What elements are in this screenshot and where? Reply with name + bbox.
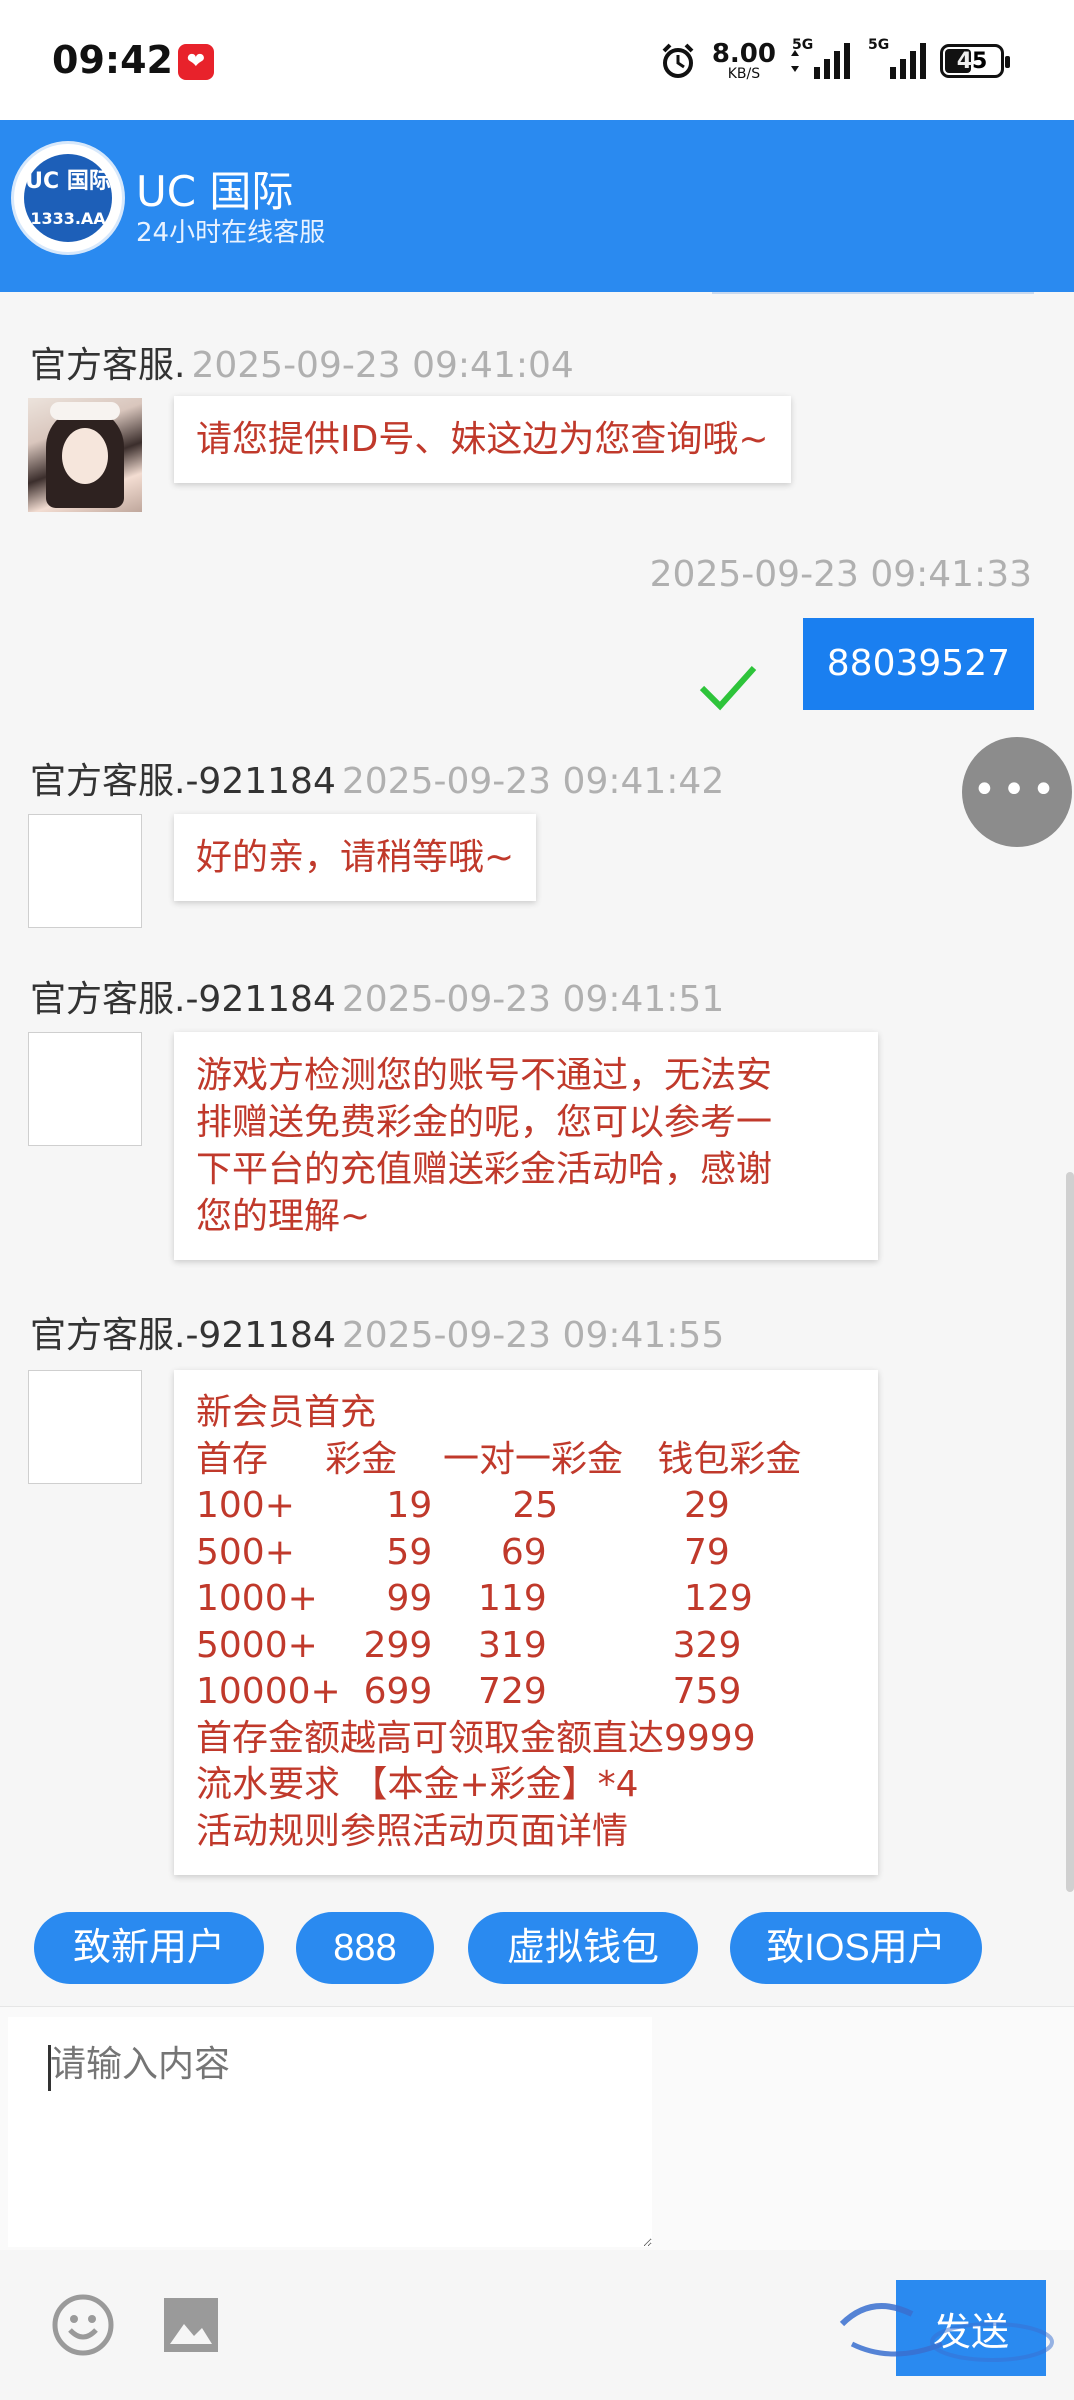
- message-line: 100+ 19 25 29: [196, 1485, 730, 1526]
- quick-reply-888[interactable]: 888: [296, 1912, 434, 1984]
- message-input[interactable]: [8, 2017, 652, 2247]
- chat-header: UC 国际 1333.AA UC 国际 24小时在线客服: [0, 120, 1074, 292]
- message-line: 首存金额越高可领取金额直达9999: [196, 1717, 756, 1759]
- more-options-button[interactable]: •••: [962, 737, 1072, 847]
- check-icon: [699, 665, 757, 711]
- chat-messages[interactable]: 官方客服. 2025-09-23 09:41:04 请您提供ID号、妹这边为您查询…: [0, 292, 1074, 1892]
- message-line: 1000+ 99 119 129: [196, 1578, 753, 1619]
- header-subtitle: 24小时在线客服: [136, 218, 326, 248]
- logo-text: UC 国际: [25, 169, 111, 194]
- message-line: 5000+ 299 319 329: [196, 1624, 742, 1666]
- alarm-icon: [662, 43, 694, 78]
- message-timestamp: 2025-09-23 09:41:42: [341, 761, 725, 802]
- agent-avatar[interactable]: [28, 814, 142, 928]
- message-line: 请您提供ID号、妹这边为您查询哦~: [196, 419, 769, 460]
- quick-reply-virtual-wallet[interactable]: 虚拟钱包: [468, 1912, 698, 1984]
- bottom-toolbar: 发送: [0, 2250, 1074, 2400]
- message-line: 活动规则参照活动页面详情: [196, 1810, 629, 1852]
- watermark-logo: [839, 2303, 1054, 2362]
- data-arrows-icon: [791, 50, 799, 72]
- message-line: 流水要求 【本金+彩金】*4: [196, 1764, 639, 1805]
- message-line: 500+ 59 69 79: [196, 1531, 730, 1573]
- agent-message-bubble: 游戏方检测您的账号不通过，无法安 排赠送免费彩金的呢，您可以参考一 下平台的充值…: [174, 1032, 878, 1260]
- message-line: 首存 彩金 一对一彩金 钱包彩金: [196, 1438, 802, 1480]
- sender-name: 官方客服.-921184: [30, 1315, 336, 1356]
- agent-message-bubble: 好的亲，请稍等哦~: [174, 814, 537, 901]
- agent-message-bubble: 新会员首充 首存 彩金 一对一彩金 钱包彩金 100+ 19 25 29 500…: [174, 1370, 878, 1875]
- status-bar: 09:42 ❤ 8.00 KB/S 5G 5G 45: [0, 0, 1074, 120]
- sender-name: 官方客服.-921184: [30, 761, 336, 802]
- quick-reply-ios-user[interactable]: 致IOS用户: [730, 1912, 982, 1984]
- header-title: UC 国际: [136, 167, 294, 216]
- signal-2-icon: 5G: [868, 37, 926, 79]
- agent-avatar[interactable]: [28, 398, 142, 512]
- more-dots-icon: •••: [972, 767, 1062, 813]
- agent-avatar[interactable]: [28, 1032, 142, 1146]
- signal-1-label: 5G: [792, 37, 814, 53]
- quick-reply-new-user[interactable]: 致新用户: [34, 1912, 264, 1984]
- signal-1-icon: 5G: [792, 37, 850, 79]
- signal-2-label: 5G: [868, 37, 890, 53]
- message-line: 下平台的充值赠送彩金活动哈，感谢: [196, 1149, 773, 1190]
- message-line: 新会员首充: [196, 1392, 377, 1433]
- message-header: 官方客服. 2025-09-23 09:41:04: [30, 336, 574, 388]
- my-message-bubble: 88039527: [802, 618, 1034, 710]
- image-icon[interactable]: [162, 2296, 220, 2354]
- net-speed-unit: KB/S: [727, 66, 761, 82]
- message-timestamp: 2025-09-23 09:41:04: [191, 345, 574, 386]
- message-header: 官方客服.-921184 2025-09-23 09:41:51: [30, 970, 724, 1022]
- sender-name: 官方客服.-921184: [30, 979, 336, 1020]
- battery-icon: 45: [940, 44, 1010, 78]
- agent-message-bubble: 请您提供ID号、妹这边为您查询哦~: [174, 396, 791, 483]
- divider: [712, 292, 1034, 294]
- brand-logo: UC 国际 1333.AA: [14, 144, 122, 252]
- input-area: [0, 2006, 1074, 2251]
- net-speed: 8.00 KB/S: [712, 41, 776, 81]
- message-timestamp: 2025-09-23 09:41:51: [341, 979, 725, 1020]
- app-notification-icon: ❤: [178, 44, 214, 80]
- chat-scrollbar[interactable]: [1066, 1172, 1074, 1892]
- message-timestamp: 2025-09-23 09:41:55: [341, 1315, 725, 1356]
- battery-level: 45: [956, 49, 988, 74]
- message-line: 好的亲，请稍等哦~: [196, 837, 515, 878]
- message-header: 官方客服.-921184 2025-09-23 09:41:42: [30, 752, 724, 804]
- agent-avatar[interactable]: [28, 1370, 142, 1484]
- sender-name: 官方客服.: [30, 345, 186, 386]
- message-header: 官方客服.-921184 2025-09-23 09:41:55: [30, 1306, 724, 1358]
- quick-reply-bar: 致新用户 888 虚拟钱包 致IOS用户: [0, 1892, 1074, 2006]
- net-speed-value: 8.00: [711, 39, 776, 69]
- status-icons: 8.00 KB/S 5G 5G 45: [658, 36, 1010, 86]
- message-line: 游戏方检测您的账号不通过，无法安: [196, 1055, 773, 1096]
- message-line: 您的理解~: [196, 1196, 371, 1237]
- emoji-icon[interactable]: [52, 2294, 114, 2356]
- status-time: 09:42: [52, 38, 173, 82]
- text-caret: [48, 2045, 51, 2091]
- logo-sub: 1333.AA: [30, 209, 106, 228]
- message-line: 10000+ 699 729 759: [196, 1671, 742, 1712]
- message-timestamp: 2025-09-23 09:41:33: [649, 554, 1032, 595]
- message-line: 排赠送免费彩金的呢，您可以参考一: [196, 1102, 773, 1143]
